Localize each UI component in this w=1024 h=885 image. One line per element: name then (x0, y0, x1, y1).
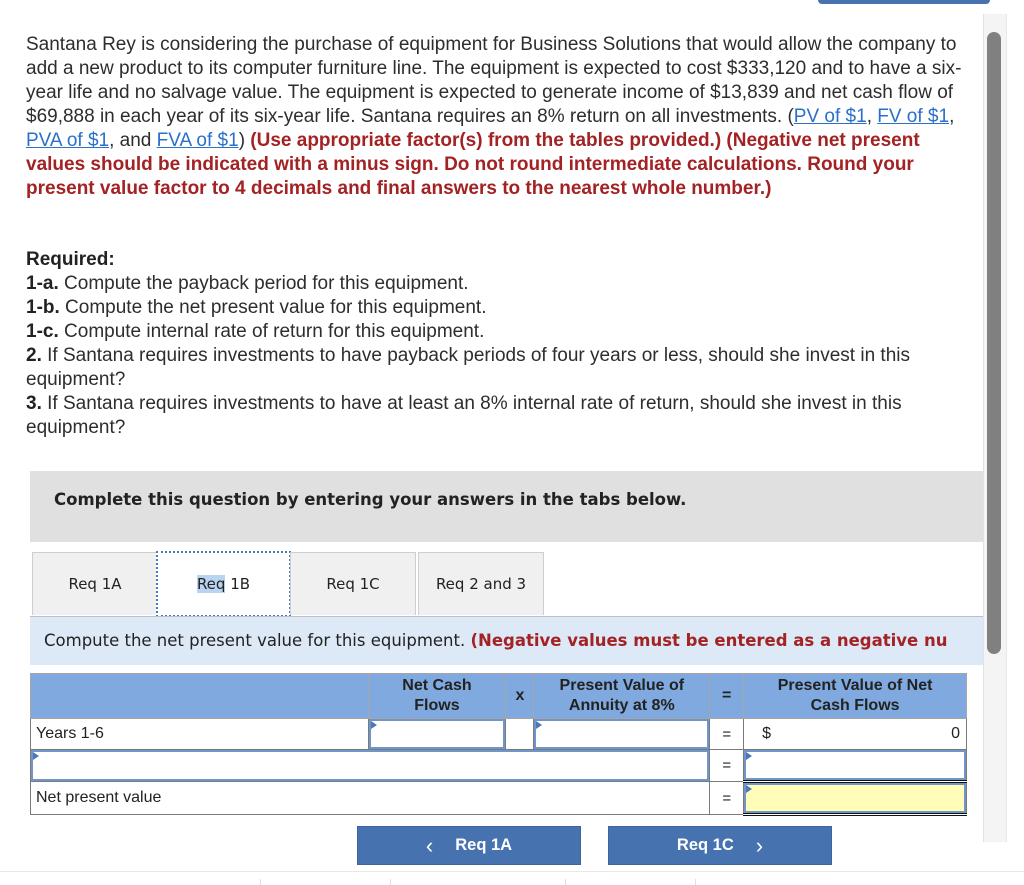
instruction-text: Compute the net present value for this e… (44, 631, 471, 650)
item-text: If Santana requires investments to have … (26, 345, 910, 390)
chevron-left-icon: ‹ (425, 832, 434, 858)
pva-of-1-link[interactable]: PVA of $1 (26, 130, 109, 151)
tab-label-selected-text: Req (196, 575, 226, 593)
tab-req-1a[interactable]: Req 1A (32, 552, 158, 615)
item-number: 1-c. (26, 321, 59, 342)
banner-text: Complete this question by entering your … (54, 490, 687, 509)
next-tab-label: Req 1C (676, 836, 734, 854)
item-number: 1-a. (26, 273, 59, 294)
required-item: 3. If Santana requires investments to ha… (26, 392, 981, 440)
currency-symbol: $ (762, 725, 772, 742)
amount-cell (743, 749, 967, 783)
item-text: Compute the net present value for this e… (59, 297, 487, 318)
required-item: 1-c. Compute internal rate of return for… (26, 320, 981, 344)
instruction-warning: (Negative values must be entered as a ne… (470, 631, 948, 650)
separator: ) (238, 130, 251, 151)
footer-separator (390, 879, 391, 885)
table-row: Years 1-6 = $ 0 (30, 718, 967, 750)
required-item: 2. If Santana requires investments to ha… (26, 344, 981, 392)
footer-divider (0, 871, 1024, 872)
pv-of-1-link[interactable]: PV of $1 (794, 106, 867, 127)
row-label: Years 1-6 (30, 718, 369, 750)
tab-label: Req 1C (326, 575, 380, 593)
pv-result-cell: $ 0 (743, 718, 967, 750)
item-text: Compute internal rate of return for this… (58, 321, 485, 342)
equals-sign: = (709, 781, 745, 815)
header-pv-annuity: Present Value of Annuity at 8% (533, 673, 711, 719)
item-number: 2. (26, 345, 42, 366)
equals-sign: = (709, 749, 745, 782)
item-text: Compute the payback period for this equi… (58, 273, 469, 294)
fva-of-1-link[interactable]: FVA of $1 (157, 130, 239, 151)
fv-of-1-link[interactable]: FV of $1 (877, 106, 949, 127)
footer-separator (695, 879, 696, 885)
tab-instruction-bar: Compute the net present value for this e… (30, 616, 983, 665)
row-label: Net present value (29, 781, 711, 815)
instructions-banner: Complete this question by entering your … (30, 471, 983, 542)
equals-sign: = (709, 718, 745, 750)
item-number: 1-b. (26, 297, 60, 318)
description-input[interactable] (31, 750, 710, 781)
tab-label: Req 2 and 3 (435, 575, 527, 593)
header-net-cash-flows: Net Cash Flows (367, 673, 507, 719)
item-text: If Santana requires investments to have … (26, 393, 902, 438)
pv-factor-input[interactable] (534, 719, 710, 749)
item-number: 3. (26, 393, 42, 414)
amount-input[interactable] (744, 750, 966, 780)
footer-separator (565, 879, 566, 885)
npv-input[interactable] (744, 783, 966, 813)
required-item: 1-b. Compute the net present value for t… (26, 296, 981, 320)
pv-factor-cell (533, 718, 711, 750)
separator: , and (109, 130, 157, 151)
times-cell (505, 718, 535, 750)
table-header-row: Net Cash Flows x Present Value of Annuit… (30, 673, 967, 719)
header-times-sign: x (505, 673, 535, 719)
npv-table: Net Cash Flows x Present Value of Annuit… (29, 673, 967, 816)
top-action-button[interactable] (818, 0, 990, 4)
tab-req-1c[interactable]: Req 1C (290, 552, 416, 615)
required-item: 1-a. Compute the payback period for this… (26, 272, 981, 296)
tab-label: 1B (225, 575, 251, 593)
tab-req-1b[interactable]: Req 1B (156, 551, 291, 617)
description-cell (29, 749, 711, 782)
table-row: Net present value = (29, 781, 967, 816)
tab-req-2-and-3[interactable]: Req 2 and 3 (418, 552, 544, 615)
net-cash-flow-input[interactable] (368, 719, 506, 749)
next-tab-button[interactable]: Req 1C › (608, 826, 832, 865)
table-row: = (29, 749, 967, 783)
required-section: Required: 1-a. Compute the payback perio… (26, 248, 981, 440)
required-heading: Required: (26, 249, 115, 270)
pv-result-value: 0 (951, 725, 960, 742)
header-equals-sign: = (709, 673, 745, 719)
header-pv-net-cash-flows: Present Value of Net Cash Flows (743, 673, 967, 719)
prev-tab-button[interactable]: ‹ Req 1A (357, 826, 581, 865)
footer-separator (260, 879, 261, 885)
separator: , (949, 106, 955, 127)
header-blank (30, 673, 369, 719)
npv-cell (743, 781, 967, 816)
separator: , (866, 106, 878, 127)
net-cash-flow-cell (367, 718, 507, 750)
question-text: Santana Rey is considering the purchase … (26, 33, 981, 201)
tab-label: Req 1A (68, 575, 122, 593)
chevron-right-icon: › (755, 832, 764, 858)
scrollbar-thumb[interactable] (987, 32, 1001, 654)
prev-tab-label: Req 1A (455, 836, 513, 854)
